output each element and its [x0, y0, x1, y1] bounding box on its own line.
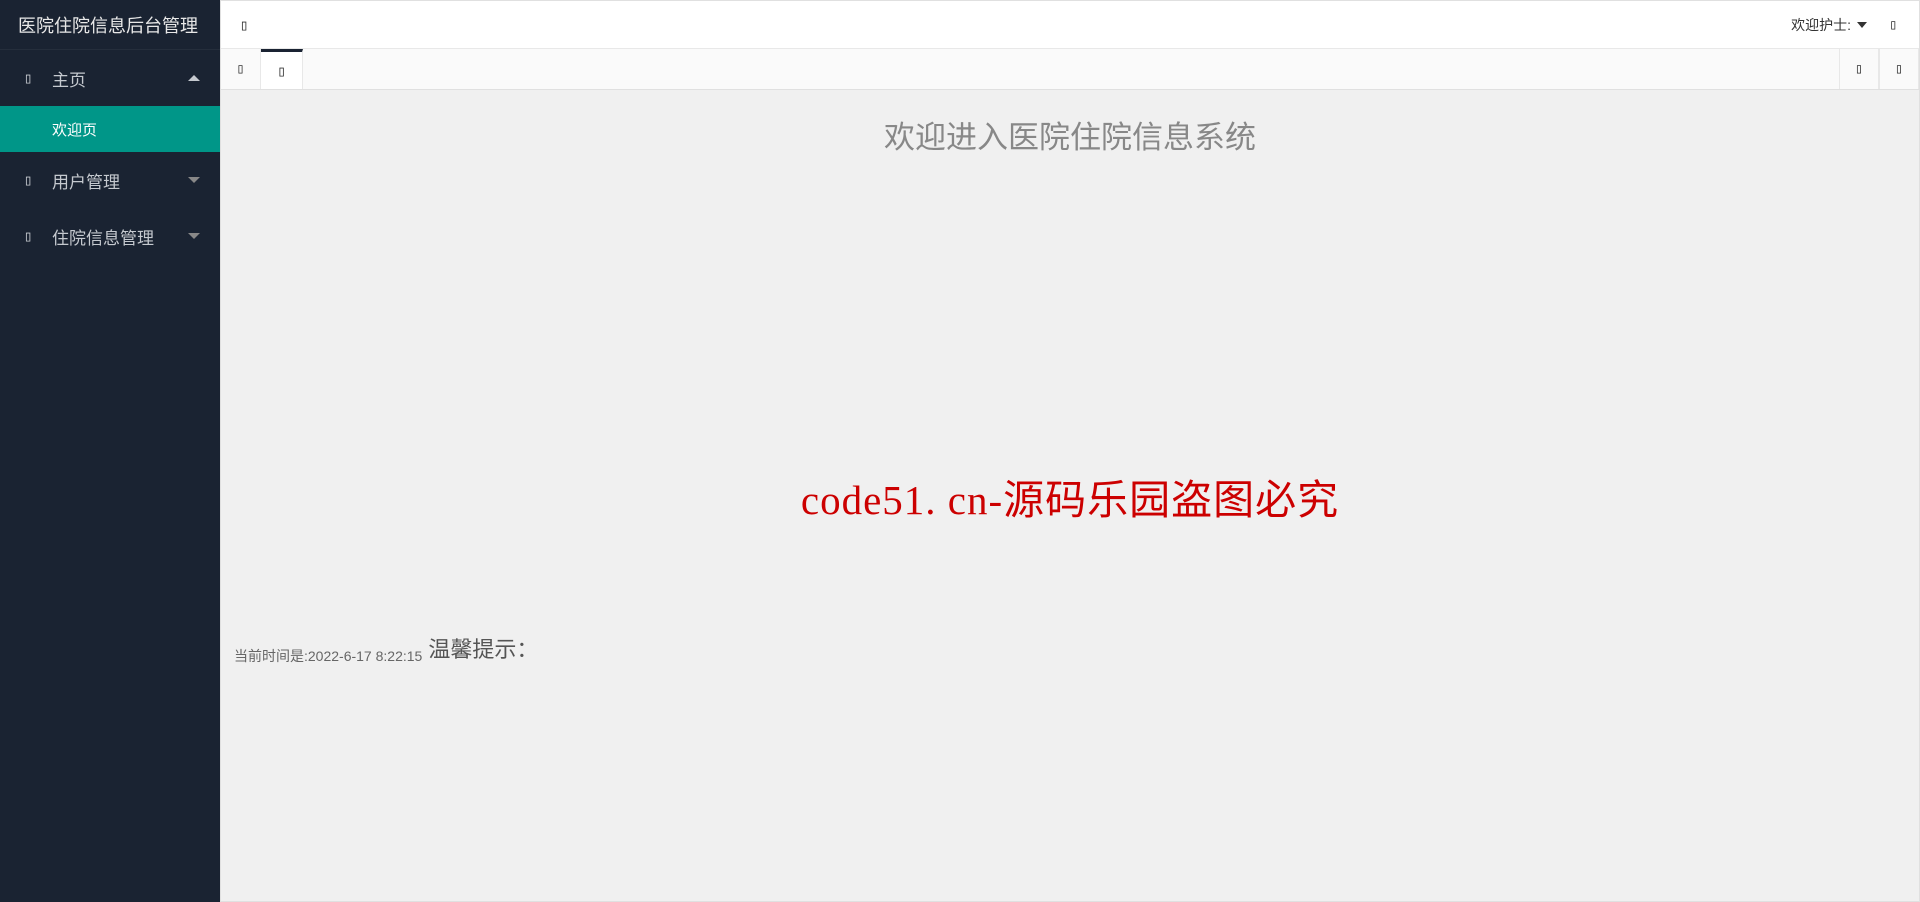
tab-scroll-right-icon[interactable]: ▯	[1839, 49, 1879, 89]
settings-icon[interactable]: ▯	[1889, 17, 1905, 33]
content-area: 欢迎进入医院住院信息系统 code51. cn-源码乐园盗图必究 当前时间是:2…	[221, 90, 1919, 901]
chevron-down-icon	[188, 233, 200, 239]
watermark-text: code51. cn-源码乐园盗图必究	[801, 466, 1339, 526]
sidebar: 医院住院信息后台管理 ▯ 主页 欢迎页 ▯ 用户管理 ▯ 住院信息管理	[0, 0, 220, 902]
time-prefix: 当前时间是:	[234, 648, 308, 664]
submenu-welcome-label: 欢迎页	[52, 119, 97, 140]
tab-home-icon: ▯	[277, 62, 286, 80]
tab-home[interactable]: ▯	[261, 49, 303, 89]
user-dropdown[interactable]: 欢迎护士:	[1791, 15, 1867, 35]
warm-tip: 温馨提示：	[428, 632, 538, 664]
menu-inpatient-mgmt-label: 住院信息管理	[52, 224, 154, 249]
bottom-info: 当前时间是:2022-6-17 8:22:15 温馨提示：	[234, 632, 538, 666]
menu-user-mgmt[interactable]: ▯ 用户管理	[0, 152, 220, 208]
menu-user-mgmt-label: 用户管理	[52, 168, 120, 193]
user-label: 欢迎护士:	[1791, 15, 1851, 35]
dropdown-caret-icon	[1857, 22, 1867, 28]
chevron-up-icon	[188, 75, 200, 81]
submenu-welcome[interactable]: 欢迎页	[0, 106, 220, 152]
tabbar: ▯ ▯ ▯ ▯	[221, 49, 1919, 90]
topbar-right: 欢迎护士: ▯	[1791, 15, 1905, 35]
inpatient-icon: ▯	[20, 228, 36, 244]
welcome-title: 欢迎进入医院住院信息系统	[221, 90, 1919, 157]
chevron-down-icon	[188, 177, 200, 183]
menu-home-label: 主页	[52, 66, 86, 91]
tab-dropdown-icon[interactable]: ▯	[1879, 49, 1919, 89]
collapse-sidebar-icon[interactable]: ▯	[235, 16, 253, 34]
topbar: ▯ 欢迎护士: ▯	[221, 1, 1919, 49]
app-title-text: 医院住院信息后台管理	[18, 12, 198, 38]
app-title: 医院住院信息后台管理	[0, 0, 220, 50]
user-icon: ▯	[20, 172, 36, 188]
menu-inpatient-mgmt[interactable]: ▯ 住院信息管理	[0, 208, 220, 264]
tab-scroll-left-icon[interactable]: ▯	[221, 49, 261, 89]
menu-home[interactable]: ▯ 主页	[0, 50, 220, 106]
time-value: 2022-6-17 8:22:15	[308, 648, 422, 664]
home-icon: ▯	[20, 70, 36, 86]
main: ▯ 欢迎护士: ▯ ▯ ▯ ▯ ▯ 欢迎进入医院住院信息系统 code51. c…	[220, 0, 1920, 902]
current-time: 当前时间是:2022-6-17 8:22:15	[234, 646, 422, 666]
